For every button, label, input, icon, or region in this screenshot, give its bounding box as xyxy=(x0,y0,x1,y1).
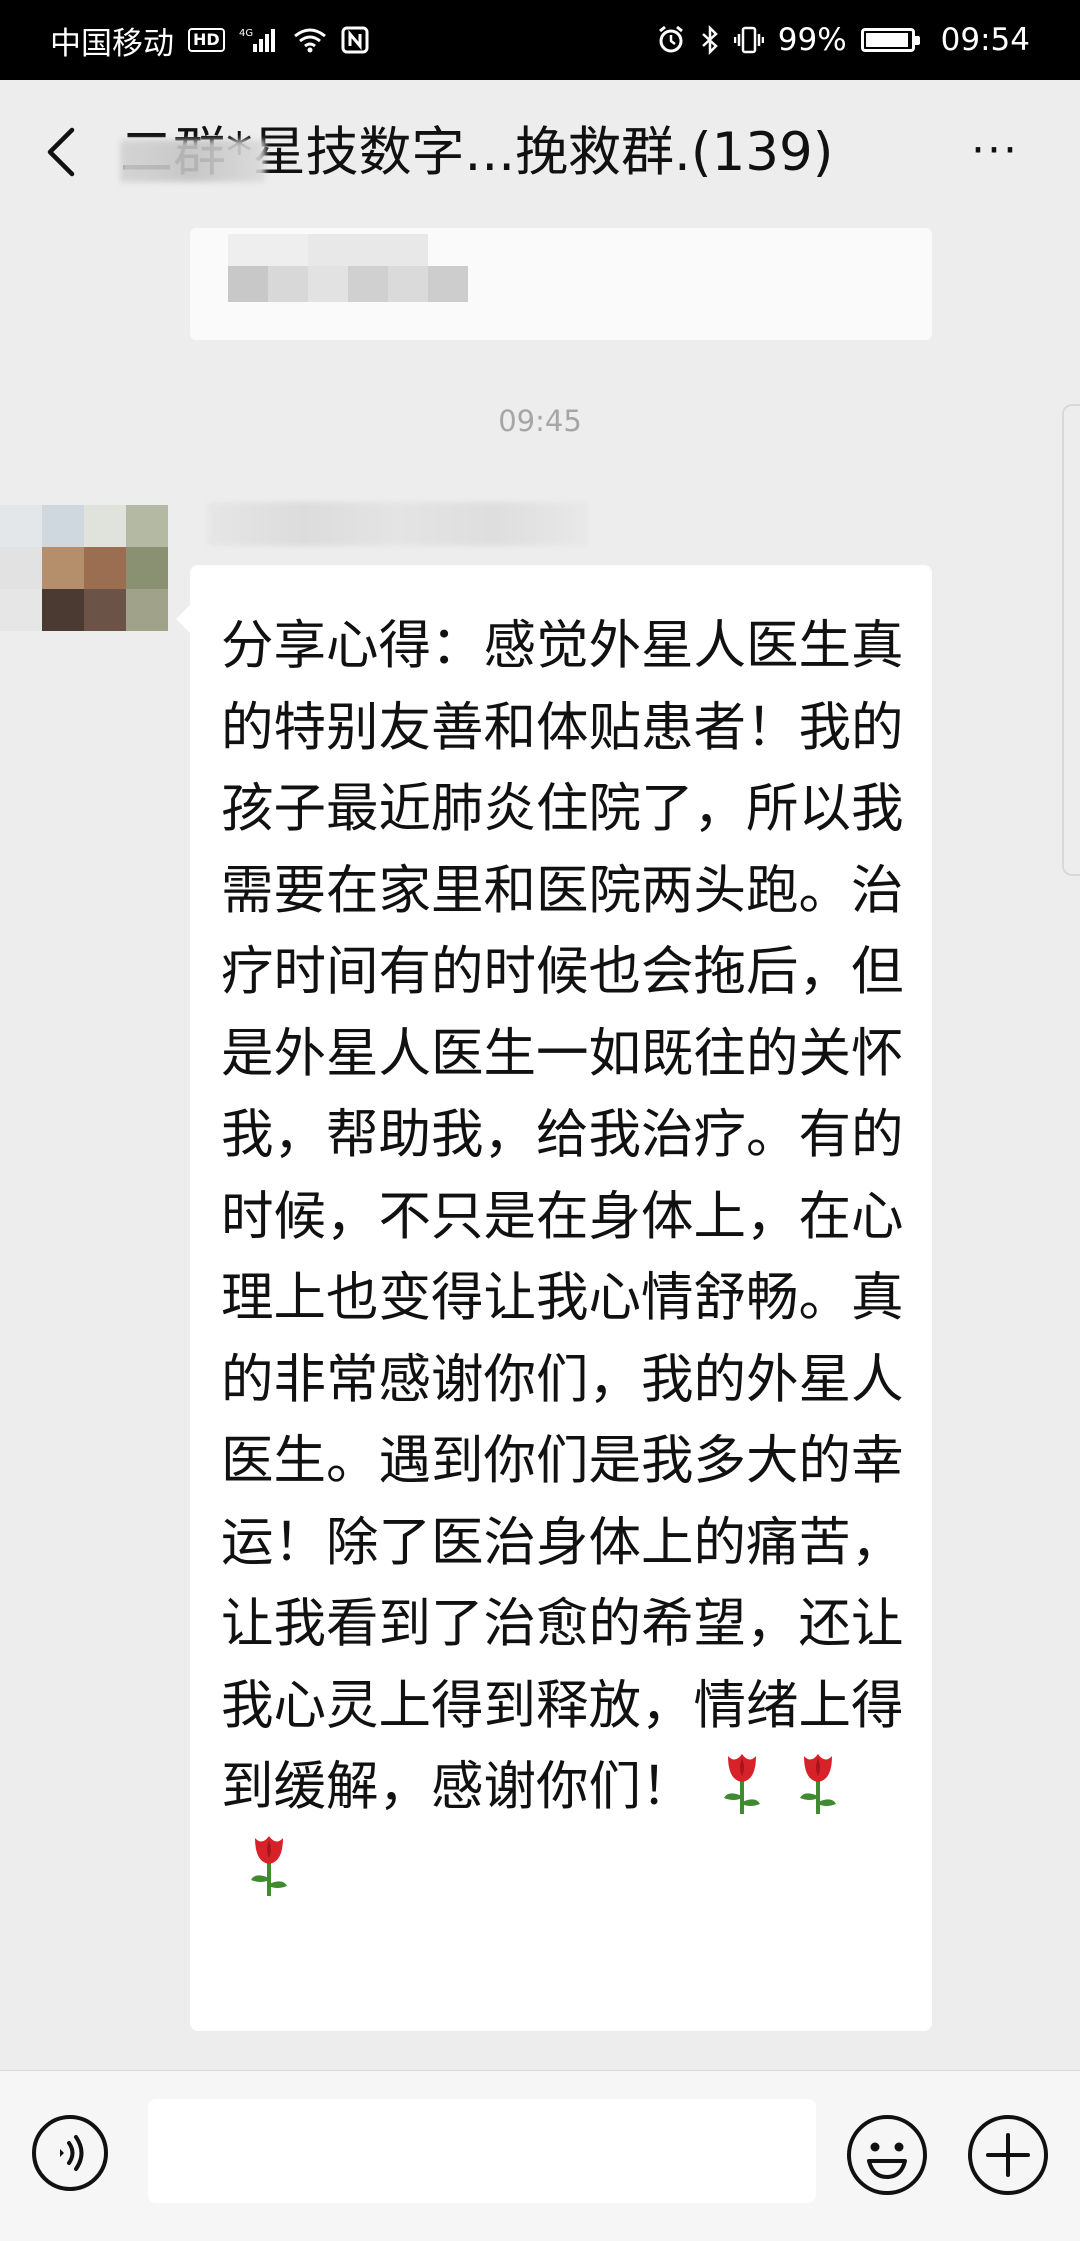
voice-icon xyxy=(32,2115,108,2191)
avatar-pixel xyxy=(0,589,42,631)
status-bar: 中国移动 HD 4G 99% 09:54 xyxy=(0,0,1080,80)
battery-percent: 99% xyxy=(777,22,847,58)
emoji-button[interactable] xyxy=(845,2113,929,2197)
rose-emoji xyxy=(241,1832,297,1898)
avatar-pixel xyxy=(84,505,126,547)
carrier-label: 中国移动 xyxy=(50,25,174,62)
status-time: 09:54 xyxy=(940,22,1030,58)
nfc-icon xyxy=(341,26,369,54)
message-timestamp: 09:45 xyxy=(498,404,582,438)
scroll-indicator[interactable] xyxy=(1062,404,1080,876)
pixelated-text xyxy=(348,266,388,302)
emoji-icon xyxy=(847,2115,927,2195)
avatar[interactable] xyxy=(0,505,168,631)
more-button[interactable]: ··· xyxy=(960,126,1030,186)
message-bubble[interactable]: 分享心得：感觉外星人医生真的特别友善和体贴患者！我的孩子最近肺炎住院了，所以我需… xyxy=(176,565,932,2031)
signal-icon: 4G xyxy=(239,26,279,54)
status-bar-left: 中国移动 HD 4G xyxy=(50,18,369,63)
sender-name-redaction xyxy=(208,502,588,546)
pixelated-text xyxy=(308,234,428,266)
plus-button[interactable] xyxy=(966,2113,1050,2197)
pixelated-text xyxy=(388,266,428,302)
status-bar-right: 99% 09:54 xyxy=(656,22,1030,58)
plus-icon xyxy=(968,2115,1048,2195)
wifi-icon xyxy=(293,27,327,53)
avatar-pixel xyxy=(126,505,168,547)
chat-header: 二群*星技数字...挽救群.(139) ··· xyxy=(0,80,1080,230)
back-button[interactable] xyxy=(34,122,94,182)
avatar-pixel xyxy=(0,547,42,589)
pixelated-text xyxy=(228,234,308,266)
voice-button[interactable] xyxy=(30,2113,110,2193)
network-type-label: 4G xyxy=(239,28,253,39)
vibrate-icon xyxy=(733,25,764,55)
avatar-pixel xyxy=(126,589,168,631)
rose-emoji xyxy=(790,1750,846,1816)
avatar-pixel xyxy=(126,547,168,589)
title-redaction xyxy=(120,140,265,182)
avatar-pixel xyxy=(42,547,84,589)
previous-message-bubble[interactable] xyxy=(190,228,932,340)
avatar-pixel xyxy=(84,547,126,589)
battery-icon xyxy=(860,28,920,52)
input-bar xyxy=(0,2070,1080,2241)
message-input[interactable] xyxy=(148,2099,816,2203)
pixelated-text xyxy=(428,266,468,302)
avatar-pixel xyxy=(42,589,84,631)
pixelated-text xyxy=(308,266,348,302)
avatar-pixel xyxy=(84,589,126,631)
message-text: 分享心得：感觉外星人医生真的特别友善和体贴患者！我的孩子最近肺炎住院了，所以我需… xyxy=(221,615,904,1817)
avatar-pixel xyxy=(0,505,42,547)
rose-emoji xyxy=(714,1750,770,1816)
pixelated-text xyxy=(228,266,268,302)
avatar-pixel xyxy=(42,505,84,547)
ellipsis-icon: ··· xyxy=(971,125,1019,176)
chevron-left-icon xyxy=(47,127,75,177)
alarm-icon xyxy=(656,25,686,55)
message-text-container: 分享心得：感觉外星人医生真的特别友善和体贴患者！我的孩子最近肺炎住院了，所以我需… xyxy=(221,605,904,1909)
pixelated-text xyxy=(268,266,308,302)
bluetooth-icon xyxy=(700,25,720,55)
hd-icon: HD xyxy=(188,28,225,52)
